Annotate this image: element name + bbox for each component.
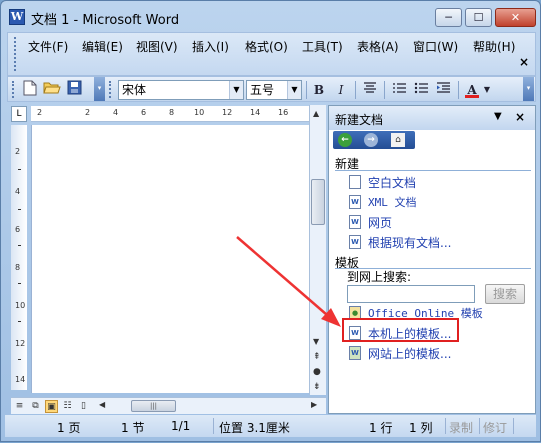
status-column: 1 列 [409,421,433,435]
status-bar: 1 页 1 节 1/1 位置 3.1厘米 1 行 1 列 录制 修订 [5,415,536,437]
status-separator [513,418,514,434]
status-section: 1 节 [121,421,145,435]
status-separator [479,418,480,434]
status-position: 位置 3.1厘米 [219,421,290,435]
status-page-of: 1/1 [171,419,191,433]
status-line: 1 行 [369,421,393,435]
status-separator [445,418,446,434]
annotation-highlight-box [342,318,459,342]
annotation-arrow [236,236,341,327]
status-rec[interactable]: 录制 [449,419,473,436]
status-separator [213,418,214,434]
status-trk[interactable]: 修订 [483,419,507,436]
status-page: 1 页 [57,421,81,435]
word-window: W 文档 1 - Microsoft Word ─ ☐ ✕ 文件(F) 编辑(E… [0,0,541,442]
